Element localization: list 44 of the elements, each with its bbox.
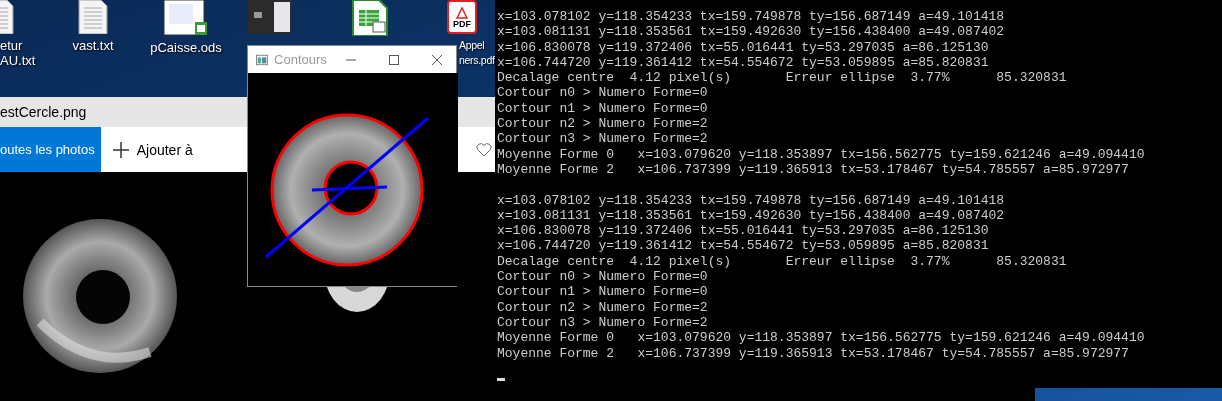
console-line: Moyenne Forme 2 x=106.737399 y=119.365913 tx=53.178467 ty=54.785557 a=85.972977 bbox=[497, 345, 1129, 361]
spreadsheet-document-icon[interactable] bbox=[163, 0, 209, 36]
maximize-icon bbox=[389, 54, 400, 65]
window-title: estCercle.png bbox=[0, 104, 87, 120]
plus-icon bbox=[112, 141, 129, 158]
all-photos-button[interactable]: outes les photos bbox=[0, 127, 101, 172]
pdf-icon[interactable]: PDF bbox=[447, 0, 477, 34]
spreadsheet-icon[interactable] bbox=[351, 0, 389, 36]
text-cursor bbox=[497, 377, 505, 381]
console-line: Cortour n0 > Numero Forme=0 bbox=[497, 85, 708, 101]
console-line: x=103.078102 y=118.354233 tx=159.749878 ty=156.687149 a=49.101418 bbox=[497, 9, 1005, 25]
window-title: Contours bbox=[274, 52, 327, 67]
console-line: Cortour n2 > Numero Forme=2 bbox=[497, 116, 708, 132]
console-line: Cortour n1 > Numero Forme=0 bbox=[497, 284, 708, 300]
icon-label[interactable]: vast.txt bbox=[72, 38, 114, 53]
console-line: Cortour n3 > Numero Forme=2 bbox=[497, 314, 708, 331]
console-line: Decalage centre 4.12 pixel(s) Erreur ellipse 3.77% 85.320831 bbox=[497, 70, 1067, 86]
console-line: x=106.830078 y=119.372406 tx=55.016441 ty=53.297035 a=86.125130 bbox=[497, 223, 989, 239]
console-line: x=106.744720 y=119.361412 tx=54.554672 ty=53.059895 a=85.820831 bbox=[497, 54, 989, 71]
app-icon bbox=[256, 53, 269, 66]
minimize-icon bbox=[346, 58, 357, 61]
console-line: Decalage centre 4.12 pixel(s) Erreur ellipse 3.77% 85.320831 bbox=[497, 253, 1067, 270]
console-line: Cortour n2 > Numero Forme=2 bbox=[497, 299, 708, 315]
console-line: Moyenne Forme 0 x=103.079620 y=118.353897 tx=156.562775 ty=159.621246 a=49.094410 bbox=[497, 330, 1145, 346]
icon-label[interactable]: pCaisse.ods bbox=[150, 40, 222, 55]
console-line: x=103.081131 y=118.353561 tx=159.492630 ty=156.438400 a=49.087402 bbox=[497, 24, 1005, 40]
console-line: x=106.744720 y=119.361412 tx=54.554672 ty=53.059895 a=85.820831 bbox=[497, 238, 989, 254]
icon-label[interactable]: etur bbox=[0, 38, 23, 53]
console-line: Moyenne Forme 2 x=106.737399 y=119.365913 tx=53.178467 ty=54.785557 a=85.972977 bbox=[497, 161, 1129, 178]
console-line: Cortour n1 > Numero Forme=0 bbox=[497, 100, 708, 117]
console-line: Cortour n3 > Numero Forme=2 bbox=[497, 131, 708, 147]
screenshot-thumbnail-icon[interactable] bbox=[248, 0, 292, 34]
console-line: x=103.078102 y=118.354233 tx=159.749878 ty=156.687149 a=49.101418 bbox=[497, 192, 1005, 208]
text-file-icon[interactable] bbox=[77, 0, 109, 34]
icon-label[interactable]: AU.txt bbox=[0, 53, 36, 68]
console-line: x=103.081131 y=118.353561 tx=159.492630 ty=156.438400 a=49.087402 bbox=[497, 207, 1005, 224]
heart-icon[interactable] bbox=[476, 142, 492, 157]
icon-label[interactable]: Appel bbox=[459, 38, 485, 53]
icon-label[interactable]: ners.pdf bbox=[459, 53, 495, 68]
console-line: x=106.830078 y=119.372406 tx=55.016441 ty=53.297035 a=86.125130 bbox=[497, 39, 989, 55]
close-icon bbox=[432, 54, 443, 65]
console-line: Moyenne Forme 0 x=103.079620 y=118.353897 tx=156.562775 ty=159.621246 a=49.094410 bbox=[497, 146, 1145, 162]
console-line: Cortour n0 > Numero Forme=0 bbox=[497, 269, 708, 285]
add-to-button[interactable]: Ajouter à bbox=[108, 141, 197, 158]
